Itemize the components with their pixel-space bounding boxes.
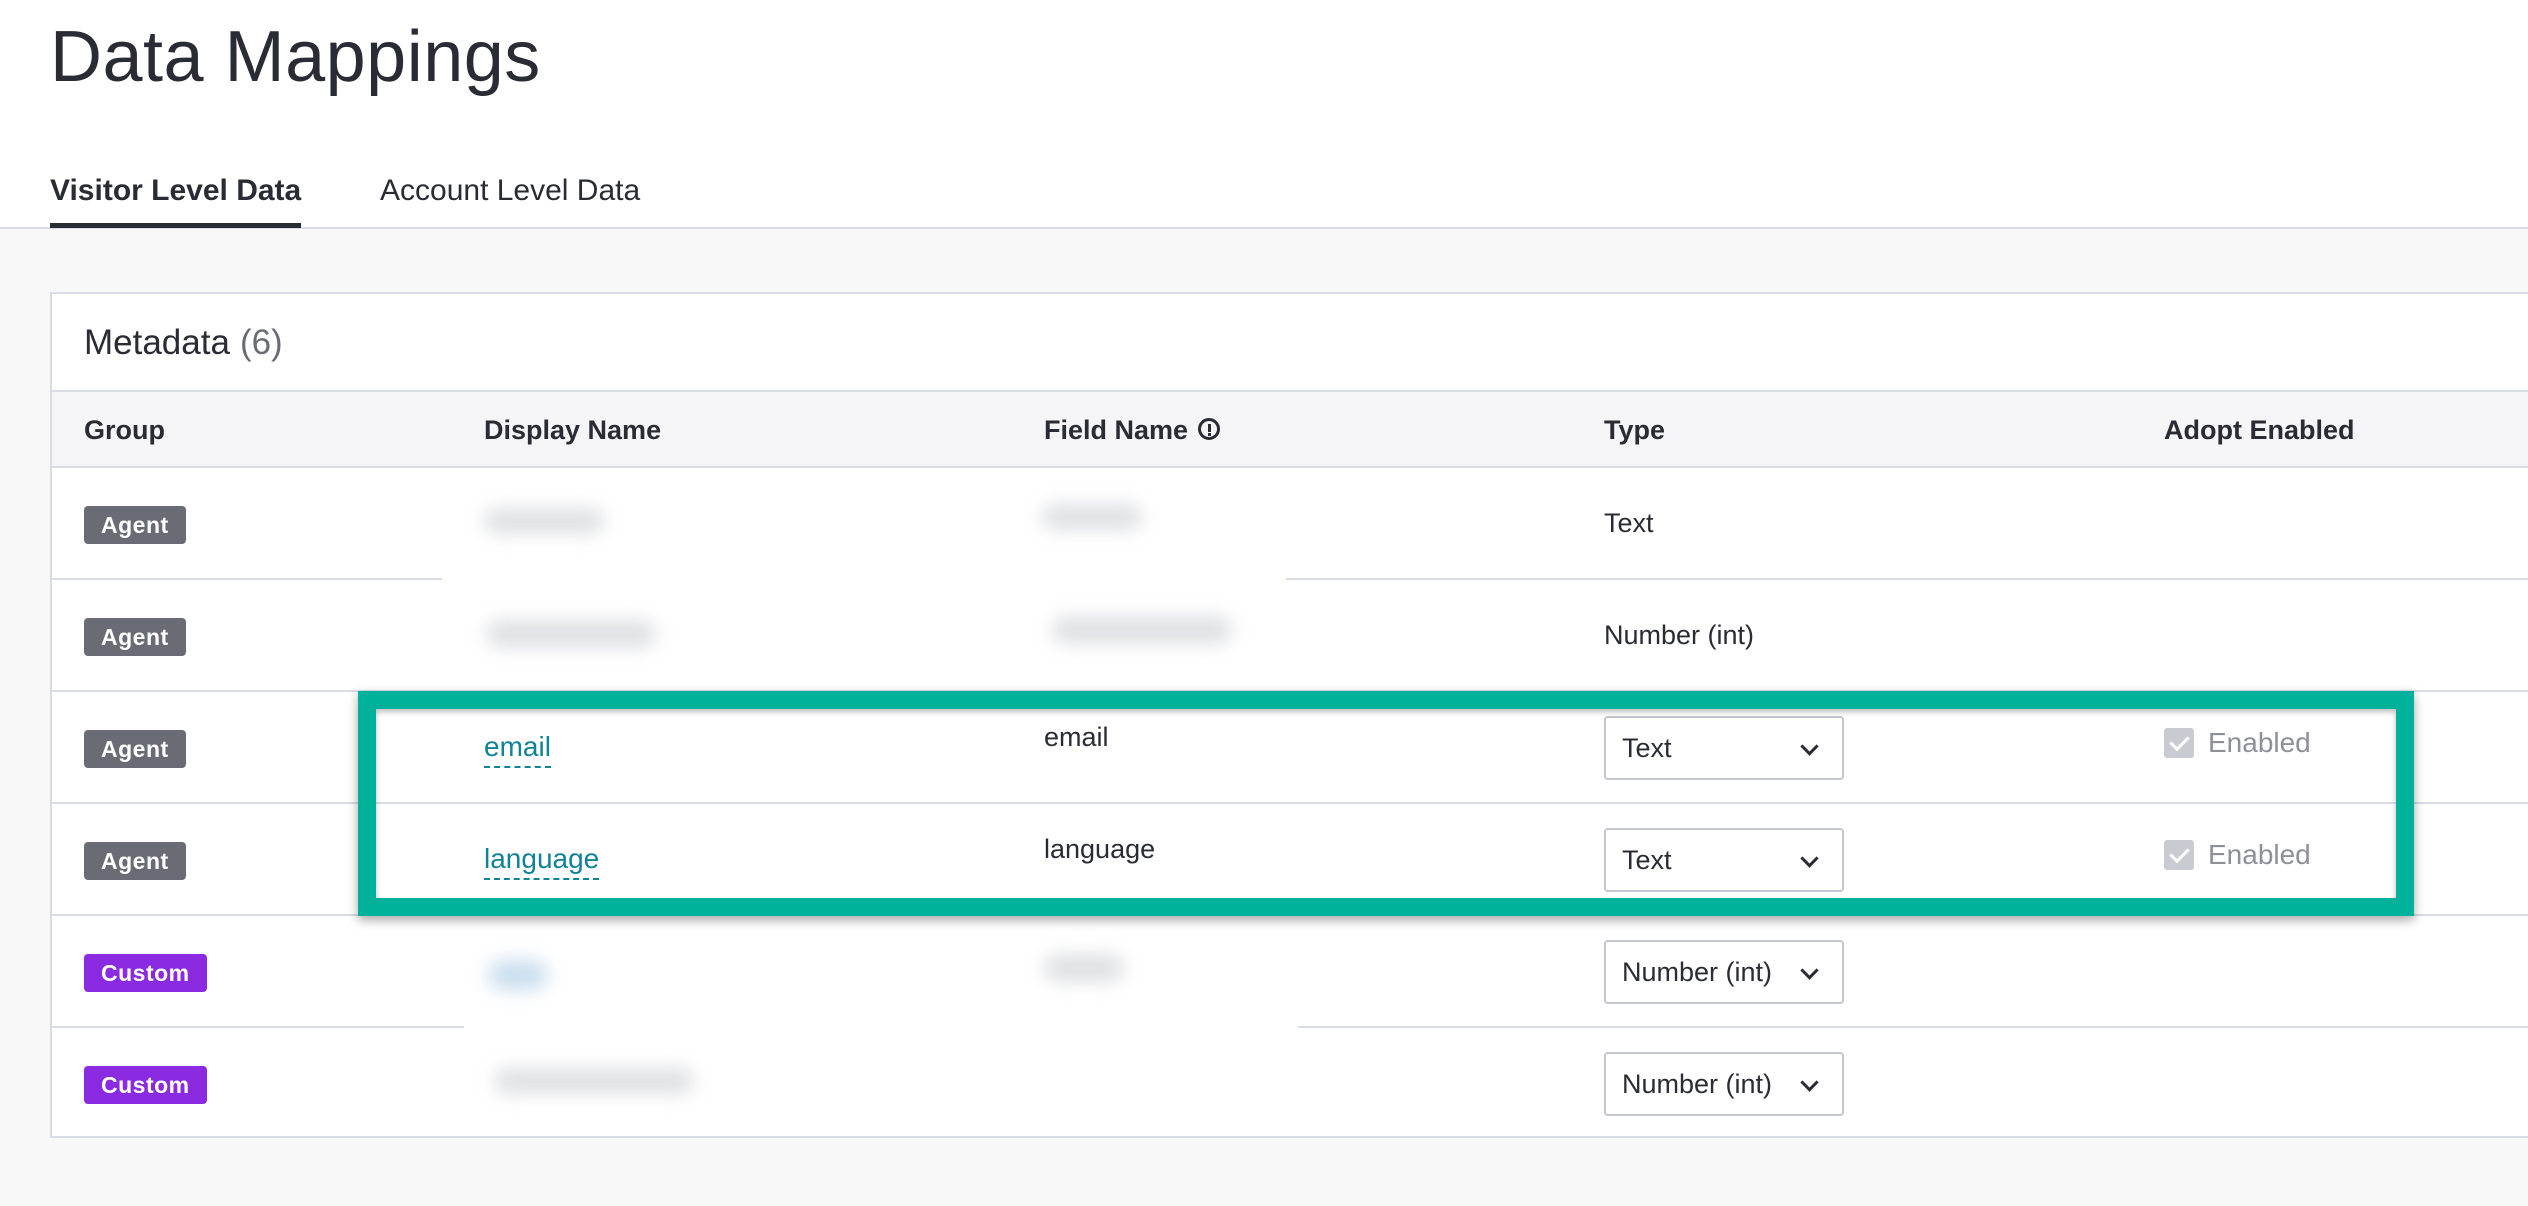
column-header-group[interactable]: Group — [84, 392, 165, 468]
chevron-down-icon — [1800, 961, 1819, 980]
table-row: Agent language language Text Enabled — [52, 804, 2528, 916]
type-select-value: Text — [1622, 733, 1672, 763]
redacted-names — [442, 490, 1286, 580]
field-name-text: email — [1044, 722, 1109, 752]
checkmark-icon[interactable] — [2164, 727, 2194, 758]
redacted-names — [442, 580, 1286, 674]
type-select[interactable]: Number (int) — [1604, 940, 1844, 1004]
card-title-label: Metadata — [84, 323, 230, 362]
adopt-enabled-label: Enabled — [2208, 839, 2311, 870]
group-badge-agent: Agent — [84, 506, 186, 544]
column-header-field-name[interactable]: Field Name — [1044, 392, 1221, 468]
field-name-text: language — [1044, 834, 1156, 864]
column-header-adopt-enabled[interactable]: Adopt Enabled — [2164, 392, 2355, 468]
group-badge-agent: Agent — [84, 618, 186, 656]
type-select-value: Number (int) — [1622, 1069, 1773, 1099]
metadata-card: Metadata (6) Group Display Name Field Nam… — [50, 292, 2528, 1138]
type-select-value: Text — [1622, 845, 1672, 875]
card-title: Metadata (6) — [84, 322, 283, 364]
type-select-value: Number (int) — [1622, 957, 1773, 987]
group-badge-custom: Custom — [84, 954, 207, 992]
info-circle-icon[interactable] — [1198, 417, 1221, 440]
type-text: Text — [1604, 508, 1654, 538]
type-text: Number (int) — [1604, 620, 1755, 650]
group-badge-agent: Agent — [84, 730, 186, 768]
group-badge-custom: Custom — [84, 1066, 207, 1104]
type-select[interactable]: Text — [1604, 828, 1844, 892]
adopt-enabled-checkbox[interactable]: Enabled — [2164, 838, 2311, 872]
table-row: Custom Number (int) — [52, 1028, 2528, 1140]
column-header-field-name-label: Field Name — [1044, 415, 1189, 445]
page-header: Data Mappings Visitor Level Data Account… — [0, 0, 2528, 229]
page-title: Data Mappings — [50, 17, 541, 97]
chevron-down-icon — [1800, 849, 1819, 868]
table-row: Agent Text — [52, 468, 2528, 580]
checkmark-icon[interactable] — [2164, 839, 2194, 870]
group-badge-agent: Agent — [84, 842, 186, 880]
card-header: Metadata (6) — [52, 294, 2528, 392]
type-select[interactable]: Number (int) — [1604, 1052, 1844, 1116]
adopt-enabled-checkbox[interactable]: Enabled — [2164, 726, 2311, 760]
table-row: Custom Number (int) — [52, 916, 2528, 1028]
table-row: Agent email email Text Enabled — [52, 692, 2528, 804]
display-name-link-language[interactable]: language — [484, 842, 600, 880]
tab-visitor-level-data[interactable]: Visitor Level Data — [50, 170, 302, 228]
adopt-enabled-label: Enabled — [2208, 727, 2311, 758]
redacted-names — [464, 1028, 1298, 1120]
chevron-down-icon — [1800, 1073, 1819, 1092]
column-header-display-name[interactable]: Display Name — [484, 392, 661, 468]
tab-account-level-data[interactable]: Account Level Data — [380, 170, 640, 212]
table-row: Agent Number (int) — [52, 580, 2528, 692]
table-header: Group Display Name Field Name Type Adopt… — [52, 392, 2528, 468]
chevron-down-icon — [1800, 737, 1819, 756]
display-name-link-email[interactable]: email — [484, 730, 551, 768]
column-header-type[interactable]: Type — [1604, 392, 1665, 468]
type-select[interactable]: Text — [1604, 716, 1844, 780]
redacted-names — [464, 936, 1298, 1028]
card-count: (6) — [239, 323, 283, 362]
